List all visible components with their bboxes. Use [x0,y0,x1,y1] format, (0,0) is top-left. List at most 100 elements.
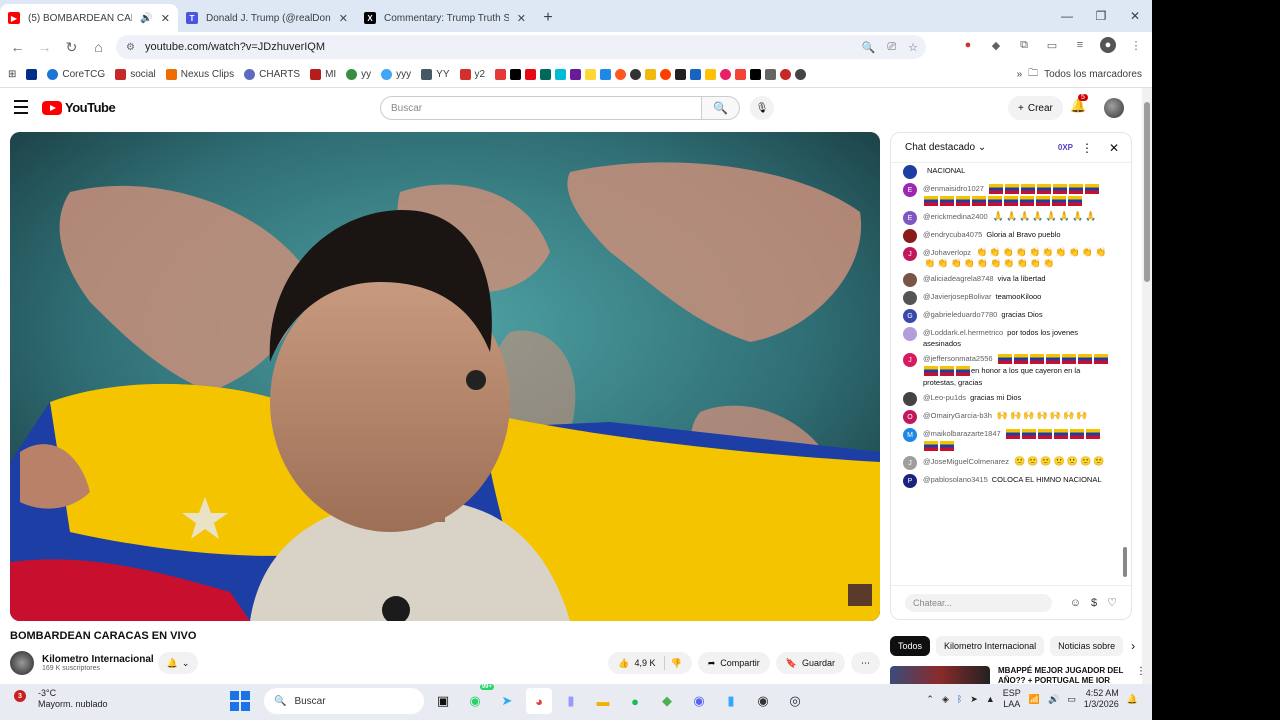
bookmark-coretcg[interactable]: CoreTCG [47,69,105,80]
tab-youtube[interactable]: ▶ (5) BOMBARDEAN CARACA 🔊 ✕ [0,4,178,32]
puzzle-icon[interactable]: ⧉ [1016,37,1032,53]
chat-user-avatar[interactable]: J [903,456,917,471]
bookmark-nexus-clips[interactable]: Nexus Clips [165,69,234,80]
chat-username[interactable]: @erickmedina2400 [923,212,988,221]
media-icon[interactable]: ≡ [1072,37,1088,53]
chat-user-avatar[interactable]: P [903,474,917,489]
chat-username[interactable]: @Loddark.el.hermetrico [923,328,1003,337]
chat-user-avatar[interactable] [903,273,917,288]
more-bookmarks-icon[interactable]: » [1017,69,1023,80]
bookmark-y2[interactable]: y2 [459,69,485,80]
sidepanel-icon[interactable]: ▭ [1044,37,1060,53]
save-button[interactable]: 🔖 Guardar [775,652,845,674]
obs-icon[interactable]: ◉ [750,688,776,714]
chat-username[interactable]: @maikolbarazarte1847 [923,429,1001,438]
chat-scrollbar[interactable] [1121,167,1129,587]
back-icon[interactable]: ← [4,39,31,55]
bookmark-charts[interactable]: CHARTS [244,69,300,80]
bookmark-yyy[interactable]: yyy [381,69,411,80]
chat-username[interactable]: @pablosolano3415 [923,475,988,484]
page-scrollbar[interactable] [1142,88,1152,684]
home-icon[interactable]: ⌂ [85,39,112,55]
chat-username[interactable]: @gabrieleduardo7780 [923,310,997,319]
photoshop-icon[interactable]: ▮ [718,688,744,714]
chat-username[interactable]: @Johaverlopz [923,248,971,257]
speaker-icon[interactable]: 🔊 [140,13,152,24]
bookmark-YY[interactable]: YY [421,69,450,80]
chip-news[interactable]: Noticias sobre [1050,636,1124,656]
bookmark-yy[interactable]: yy [346,69,371,80]
chevron-right-icon[interactable]: › [1131,639,1135,653]
telegram-icon[interactable]: ➤ [494,688,520,714]
close-window-icon[interactable]: ✕ [1118,0,1152,32]
site-info-icon[interactable]: ⚙ [126,42,135,53]
chat-username[interactable]: @enmaisidro1027 [923,184,984,193]
new-tab-button[interactable]: + [534,4,562,32]
notifications-bell-icon[interactable]: 🔔 5 [1070,94,1088,114]
discord-icon[interactable]: ◉ [686,688,712,714]
tray-send-icon[interactable]: ➤ [970,694,978,705]
xp-badge[interactable]: 0XP [1058,143,1073,152]
video-player[interactable] [10,132,880,621]
close-tab-icon[interactable]: ✕ [339,12,348,25]
heart-icon[interactable]: ♡ [1107,596,1117,609]
bookmark-social[interactable]: social [115,69,156,80]
create-button[interactable]: + Crear [1008,96,1063,120]
whatsapp-icon[interactable]: ◉ 99+ [462,684,494,714]
chat-user-avatar[interactable]: M [903,428,917,443]
like-button[interactable]: 👍 4,9 K 👎 [608,652,692,674]
minimize-icon[interactable]: — [1050,0,1084,32]
chat-user-avatar[interactable]: E [903,211,917,226]
chrome-icon[interactable]: ◕ [526,688,552,714]
emoji-icon[interactable]: ☺ [1070,597,1081,609]
more-actions-button[interactable]: ⋯ [851,652,880,674]
file-explorer-icon[interactable]: ▬ [590,688,616,714]
chat-user-avatar[interactable] [903,165,917,179]
channel-name[interactable]: Kilometro Internacional [42,654,154,665]
weather-widget[interactable]: ☁3 -3°CMayorm. nublado [14,688,108,710]
taskbar-search[interactable]: 🔍 Buscar [264,688,424,714]
channel-avatar[interactable] [10,651,34,675]
address-bar[interactable]: ⚙ youtube.com/watch?v=JDzhuverIQM 🔍 ⎚ ☆ [116,35,926,59]
chat-username[interactable]: @Leo-pu1ds [923,393,966,402]
extension-red-icon[interactable]: ● [960,37,976,53]
search-input[interactable]: Buscar [380,96,702,120]
recommended-thumbnail[interactable] [890,666,990,684]
apps-grid-icon[interactable]: ⊞ [8,69,16,80]
chat-username[interactable]: @JoseMiguelColmenarez [923,457,1009,466]
windows-start-icon[interactable] [230,691,250,711]
close-tab-icon[interactable]: ✕ [161,12,170,25]
close-tab-icon[interactable]: ✕ [517,12,526,25]
cast-icon[interactable]: ⎚ [887,41,896,54]
bluetooth-icon[interactable]: ᛒ [957,694,962,704]
chat-user-avatar[interactable] [903,392,917,407]
recommended-video[interactable]: MBAPPÉ MEJOR JUGADOR DEL AÑO?? + PORTUGA… [890,666,1142,684]
chat-username[interactable]: @OmairyGarcia-b3h [923,411,992,420]
close-chat-icon[interactable]: ✕ [1109,141,1119,155]
thumbs-down-icon[interactable]: 👎 [670,658,681,669]
bookmark-star-icon[interactable]: ☆ [908,41,918,54]
clock[interactable]: 4:52 AM 1/3/2026 [1084,688,1119,710]
chat-username[interactable]: @JavierjosepBolivar [923,292,991,301]
recommended-title[interactable]: MBAPPÉ MEJOR JUGADOR DEL AÑO?? + PORTUGA… [998,666,1128,684]
search-button[interactable]: 🔍 [702,96,740,120]
share-button[interactable]: ➦ Compartir [697,652,770,674]
account-avatar[interactable] [1104,98,1124,118]
chat-user-avatar[interactable]: E [903,183,917,197]
input-language[interactable]: ESP LAA [1003,688,1021,710]
forward-icon[interactable]: → [31,39,58,55]
steam-icon[interactable]: ◎ [782,688,808,714]
youtube-logo[interactable]: YouTube [42,100,116,115]
super-chat-icon[interactable]: $ [1091,597,1097,609]
chat-user-avatar[interactable] [903,229,917,244]
all-bookmarks[interactable]: Todos los marcadores [1044,69,1142,80]
bookmark-mi[interactable]: MI [310,69,336,80]
tray-overflow-icon[interactable]: ⌃ [926,694,934,705]
bookmark-paypal[interactable] [26,69,38,80]
volume-icon[interactable]: 🔊 [1048,694,1059,705]
chat-user-avatar[interactable] [903,327,917,342]
spotify-icon[interactable]: ● [622,688,648,714]
chat-username[interactable]: @aliciadeagrela8748 [923,274,994,283]
chat-user-avatar[interactable]: J [903,353,917,368]
chat-user-avatar[interactable]: O [903,410,917,425]
